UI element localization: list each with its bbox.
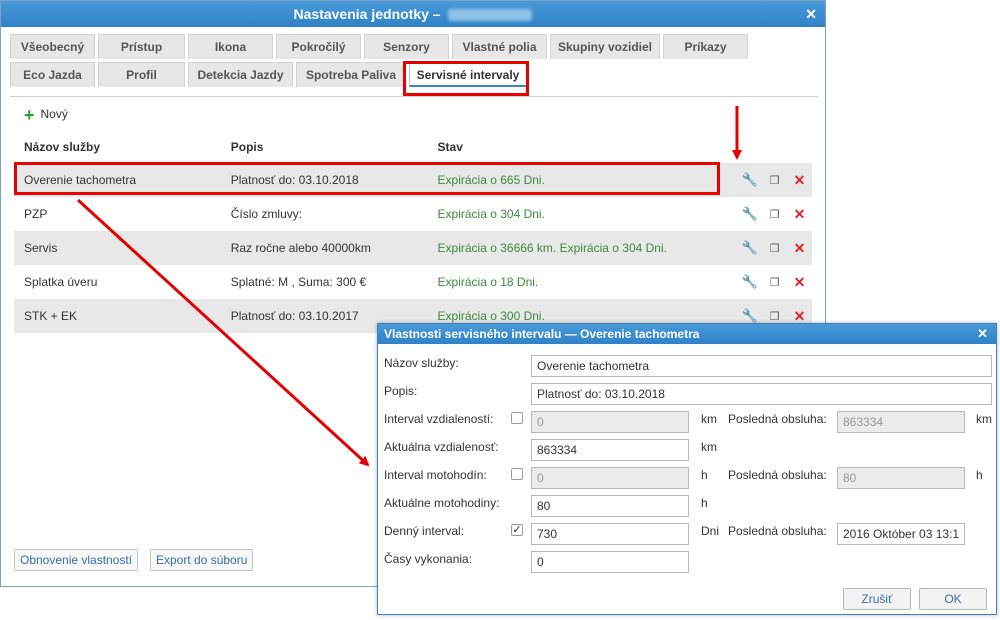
distance-last-service-input[interactable]: 863334 [837,411,965,433]
tab-icon[interactable]: Ikona [188,34,273,59]
distance-last-service-label: Posledná obsluha: [728,412,827,426]
tab-divider [10,96,818,97]
engine-last-service-label: Posledná obsluha: [728,468,827,482]
daily-interval-label: Denný interval: [384,524,465,538]
wrench-icon[interactable]: 🔧 [742,172,758,187]
description-label: Popis: [384,384,418,398]
redacted-unit-id [448,9,533,22]
delete-icon[interactable]: ✕ [794,274,806,290]
delete-icon[interactable]: ✕ [794,206,806,222]
close-icon[interactable]: ✕ [805,1,817,27]
wrench-icon[interactable]: 🔧 [742,274,758,289]
delete-icon[interactable]: ✕ [794,240,806,256]
dialog-titlebar: Vlastnosti servisného intervalu — Overen… [378,324,996,344]
daily-unit: Dni [701,524,720,538]
engine-last-service-input[interactable]: 80 [837,467,965,489]
tab-access[interactable]: Prístup [98,34,185,59]
tab-eco-driving[interactable]: Eco Jazda [10,62,95,87]
plus-icon: + [24,104,35,125]
table-row[interactable]: PZP Číslo zmluvy: Expirácia o 304 Dni. 🔧… [14,197,812,231]
engine-interval-input[interactable]: 0 [531,467,689,489]
table-row[interactable]: Servis Raz ročne alebo 40000km Expirácia… [14,231,812,265]
refresh-properties-button[interactable]: Obnovenie vlastností [14,549,139,571]
tab-fuel-consumption[interactable]: Spotreba Paliva [296,62,406,87]
tab-vehicle-groups[interactable]: Skupiny vozidiel [550,34,660,59]
tab-trip-detection[interactable]: Detekcia Jazdy [188,62,293,87]
name-label: Názov služby: [384,356,459,370]
tab-highlight-box [403,61,529,96]
copy-icon[interactable]: ❐ [770,243,780,255]
ok-button[interactable]: OK [919,588,987,610]
daily-last-service-label: Posledná obsluha: [728,524,827,538]
distance-interval-label: Interval vzdialeností: [384,412,494,426]
dialog-title: Vlastnosti servisného intervalu — Overen… [384,327,700,341]
col-description[interactable]: Popis [221,131,428,163]
row-description: Splatné: M , Suma: 300 € [230,275,367,289]
delete-icon[interactable]: ✕ [794,308,806,324]
daily-interval-checkbox[interactable]: ✓ [511,524,523,536]
engine-interval-checkbox[interactable] [511,468,523,480]
copy-icon[interactable]: ❐ [770,277,780,289]
row-description: Číslo zmluvy: [230,207,303,221]
new-button[interactable]: + Nový [24,104,68,125]
distance-interval-checkbox[interactable] [511,412,523,424]
row-name: Servis [14,231,221,265]
row-status: Expirácia o 18 Dni. [437,275,539,289]
row-status: Expirácia o 304 Dni. [437,207,545,221]
row-name: Splatka úveru [24,275,98,289]
tab-custom-fields[interactable]: Vlastné polia [452,34,547,59]
close-icon[interactable]: ✕ [977,324,988,344]
execution-times-label: Časy vykonania: [384,552,473,566]
distance-unit: km [701,412,717,426]
wrench-icon[interactable]: 🔧 [742,240,758,255]
distance-last-unit: km [976,412,992,426]
copy-icon[interactable]: ❐ [770,311,780,323]
tab-profile[interactable]: Profil [98,62,185,87]
wrench-icon[interactable]: 🔧 [742,308,758,323]
row-description: Raz ročne alebo 40000km [220,231,428,265]
col-status[interactable]: Stav [428,131,738,163]
col-name[interactable]: Názov služby [14,131,221,163]
engine-last-unit: h [976,468,983,482]
tab-commands[interactable]: Príkazy [663,34,748,59]
new-button-label: Nový [40,107,68,121]
description-input[interactable]: Platnosť do: 03.10.2018 [531,383,992,405]
current-distance-input[interactable]: 863334 [531,439,689,461]
row-name: STK + EK [14,299,221,333]
engine-interval-label: Interval motohodín: [384,468,487,482]
delete-icon[interactable]: ✕ [794,172,806,188]
copy-icon[interactable]: ❐ [770,209,780,221]
current-engine-input[interactable]: 80 [531,495,689,517]
cancel-button[interactable]: Zrušiť [843,588,911,610]
window-title: Nastavenia jednotky – [293,6,441,22]
engine-unit: h [701,468,708,482]
table-row[interactable]: Splatka úveru Splatné: M , Suma: 300 € E… [14,265,812,299]
execution-times-input[interactable]: 0 [531,551,689,573]
tab-sensors[interactable]: Senzory [364,34,449,59]
tab-row-1: Všeobecný Prístup Ikona Pokročilý Senzor… [10,34,818,60]
wrench-icon[interactable]: 🔧 [742,206,758,221]
daily-last-service-input[interactable]: 2016 Október 03 13:1 [837,523,965,545]
window-titlebar: Nastavenia jednotky – ✕ [1,1,825,27]
export-button[interactable]: Export do súboru [150,549,254,571]
tab-advanced[interactable]: Pokročilý [276,34,361,59]
tab-general[interactable]: Všeobecný [10,34,95,59]
current-engine-label: Aktuálne motohodiny: [384,496,500,510]
current-engine-unit: h [701,496,708,510]
row-status: Expirácia o 36666 km. Expirácia o 304 Dn… [427,231,738,265]
current-distance-unit: km [701,440,717,454]
service-interval-dialog: Vlastnosti servisného intervalu — Overen… [377,323,997,615]
distance-interval-input[interactable]: 0 [531,411,689,433]
current-distance-label: Aktuálna vzdialenosť: [384,440,499,454]
row-highlight-box [14,162,720,195]
copy-icon[interactable]: ❐ [770,175,780,187]
name-input[interactable]: Overenie tachometra [531,355,992,377]
daily-interval-input[interactable]: 730 [531,523,689,545]
row-name: PZP [24,207,48,221]
table-header: Názov služby Popis Stav [14,131,812,163]
